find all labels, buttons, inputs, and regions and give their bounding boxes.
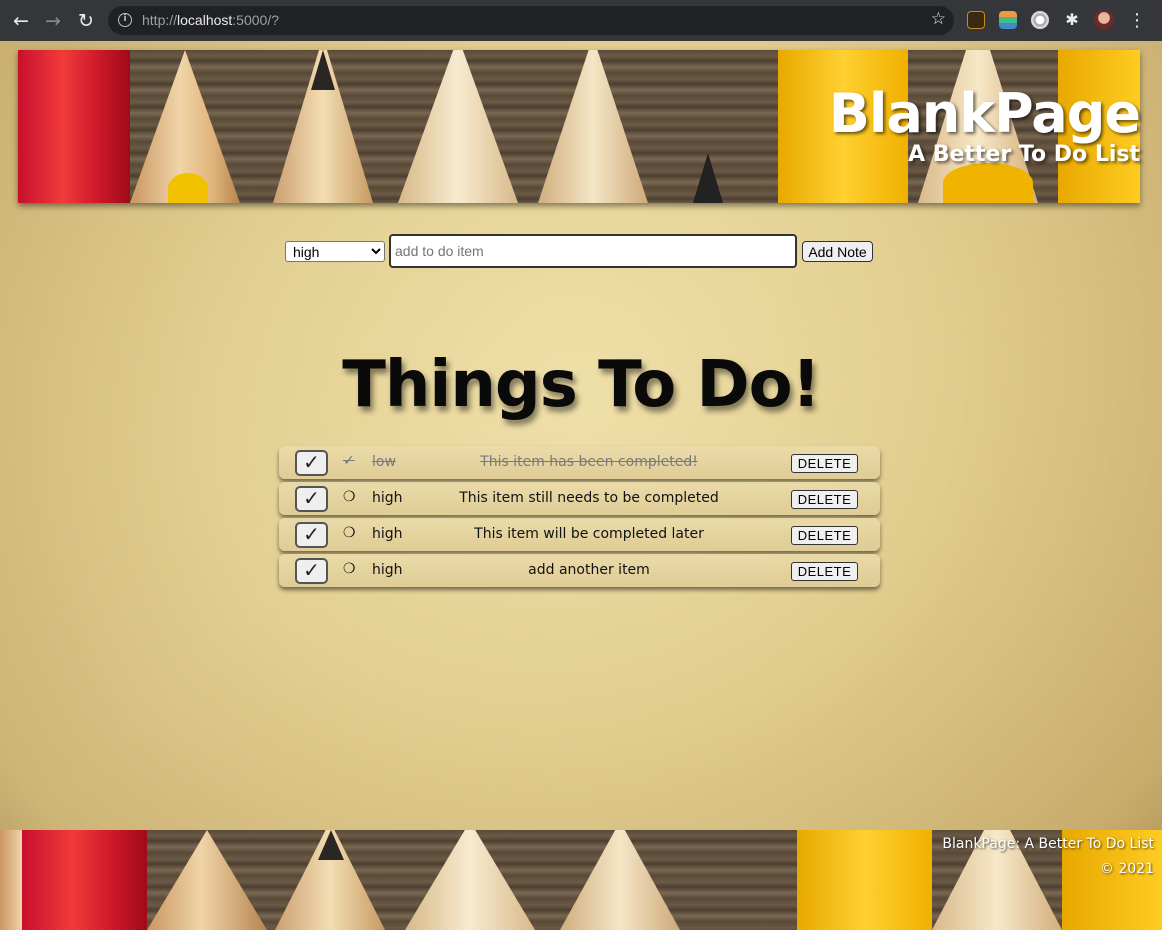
todo-priority: high bbox=[372, 562, 403, 578]
pencil-tip-image bbox=[560, 830, 680, 930]
status-icon: ❍ bbox=[343, 561, 356, 577]
todo-row: ✓ ❍ high This item will be completed lat… bbox=[279, 518, 880, 551]
todo-list: ✓ ✓ low This item has been completed! DE… bbox=[279, 446, 880, 590]
bookmark-star-icon[interactable]: ☆ bbox=[931, 9, 946, 29]
browser-toolbar: ← → ↻ i http://localhost:5000/? ☆ ✱ ⋮ bbox=[0, 0, 1162, 41]
pencil-tip-image bbox=[398, 50, 518, 203]
todo-text: This item still needs to be completed bbox=[459, 490, 719, 506]
delete-button[interactable]: DELETE bbox=[791, 526, 858, 545]
status-icon: ❍ bbox=[343, 489, 356, 505]
todo-input[interactable] bbox=[389, 234, 797, 268]
extension-k-icon[interactable] bbox=[967, 11, 985, 29]
forward-icon[interactable]: → bbox=[40, 8, 66, 34]
todo-text: add another item bbox=[528, 562, 650, 578]
todo-row: ✓ ✓ low This item has been completed! DE… bbox=[279, 446, 880, 479]
graphite-tip-image bbox=[693, 153, 723, 203]
todo-row: ✓ ❍ high add another item DELETE bbox=[279, 554, 880, 587]
brand-title: BlankPage bbox=[828, 82, 1141, 145]
todo-priority: low bbox=[372, 454, 396, 470]
complete-checkbox[interactable]: ✓ bbox=[295, 558, 328, 584]
address-bar[interactable]: i http://localhost:5000/? ☆ bbox=[108, 6, 954, 35]
add-note-button[interactable]: Add Note bbox=[802, 241, 873, 262]
todo-priority: high bbox=[372, 526, 403, 542]
complete-checkbox[interactable]: ✓ bbox=[295, 522, 328, 548]
pencil-tip-image bbox=[0, 830, 22, 930]
footer-title: BlankPage: A Better To Do List bbox=[942, 836, 1154, 852]
back-icon[interactable]: ← bbox=[8, 8, 34, 34]
page-title: Things To Do! bbox=[342, 348, 821, 422]
red-pencil-image bbox=[22, 830, 147, 930]
status-icon: ❍ bbox=[343, 525, 356, 541]
complete-checkbox[interactable]: ✓ bbox=[295, 486, 328, 512]
todo-priority: high bbox=[372, 490, 403, 506]
pencil-tip-image bbox=[405, 830, 535, 930]
pencil-tip-image bbox=[147, 830, 267, 930]
pencil-tip-image bbox=[538, 50, 648, 203]
complete-checkbox[interactable]: ✓ bbox=[295, 450, 328, 476]
footer-copyright: © 2021 bbox=[1099, 861, 1154, 877]
todo-row: ✓ ❍ high This item still needs to be com… bbox=[279, 482, 880, 515]
delete-button[interactable]: DELETE bbox=[791, 562, 858, 581]
menu-kebab-icon[interactable]: ⋮ bbox=[1124, 8, 1150, 34]
todo-text: This item will be completed later bbox=[474, 526, 704, 542]
delete-button[interactable]: DELETE bbox=[791, 490, 858, 509]
pencil-band-image bbox=[943, 163, 1033, 203]
delete-button[interactable]: DELETE bbox=[791, 454, 858, 473]
reload-icon[interactable]: ↻ bbox=[73, 8, 99, 34]
profile-avatar[interactable] bbox=[1094, 10, 1114, 30]
yellow-pencil-image bbox=[797, 830, 932, 930]
extension-circle-icon[interactable] bbox=[1031, 11, 1049, 29]
pencil-band-image bbox=[168, 173, 208, 203]
status-icon: ✓ bbox=[343, 453, 355, 469]
extensions-puzzle-icon[interactable]: ✱ bbox=[1063, 11, 1081, 29]
red-pencil-image bbox=[18, 50, 130, 203]
address-url[interactable]: http://localhost:5000/? bbox=[142, 12, 279, 28]
priority-select[interactable]: high bbox=[285, 241, 385, 262]
extension-stack-icon[interactable] bbox=[999, 11, 1017, 29]
site-info-icon[interactable]: i bbox=[118, 13, 132, 27]
brand-subtitle: A Better To Do List bbox=[908, 142, 1140, 167]
todo-text: This item has been completed! bbox=[480, 454, 698, 470]
